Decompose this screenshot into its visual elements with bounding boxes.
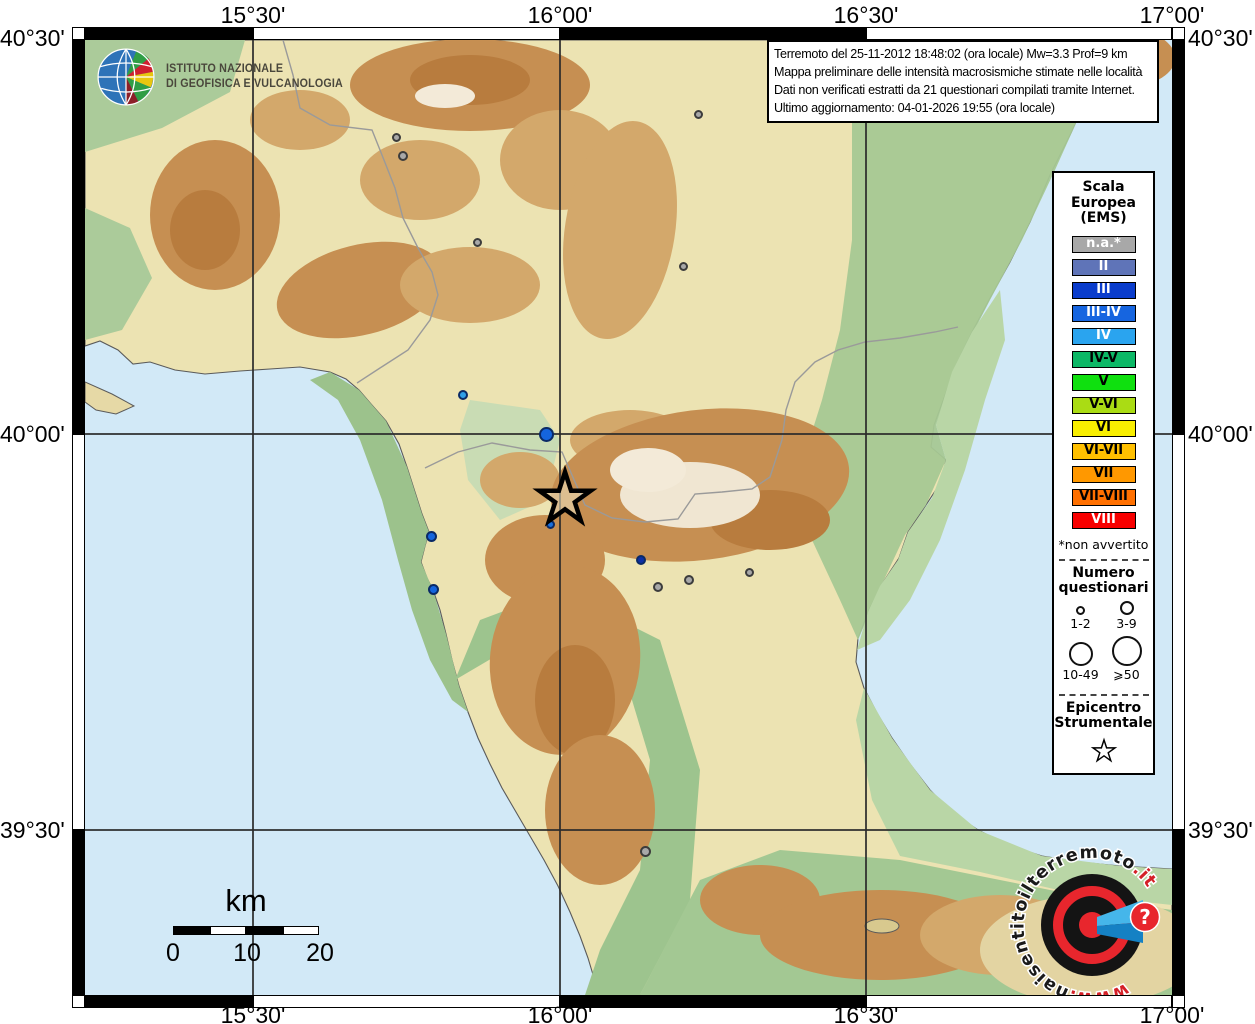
tick-label-right: 40°30' [1188,25,1253,51]
info-line-2: Mappa preliminare delle intensità macros… [774,65,1143,79]
ingv-line2: DI GEOFISICA E VULCANOLOGIA [166,78,343,90]
legend-footnote: *non avvertito [1058,536,1149,552]
map-viewport[interactable]: ISTITUTO NAZIONALE DI GEOFISICA E VULCAN… [85,40,1172,995]
questionnaire-size-label: ⩾50 [1113,666,1140,682]
epicenter-star[interactable] [530,463,600,533]
locality-dot[interactable] [693,109,703,119]
locality-dot[interactable] [472,237,482,247]
map-frame-left [72,27,85,1008]
ems-swatch-VII: VII [1071,465,1136,483]
locality-dot[interactable] [538,426,554,442]
legend-separator-2 [1058,693,1149,696]
info-line-3: Dati non verificati estratti da 21 quest… [774,83,1135,97]
locality-dot[interactable] [744,567,754,577]
tick-label-left: 40°30' [0,25,65,51]
ems-swatch-V: V [1071,373,1136,391]
tick-label-top: 16°30' [833,2,899,28]
locality-dot[interactable] [458,390,468,400]
tick-label-bottom: 15°30' [220,1002,286,1024]
ems-swatch-III-IV: III-IV [1071,304,1136,322]
tick-label-top: 15°30' [220,2,286,28]
ems-swatch-VI-VII: VI-VII [1071,442,1136,460]
ems-swatch-III: III [1071,281,1136,299]
tick-label-right: 39°30' [1188,817,1253,843]
map-frame-top [72,27,1185,40]
ems-swatch-II: II [1071,258,1136,276]
tick-label-top: 16°00' [527,2,593,28]
scale-tick-label: 10 [233,939,261,967]
question-mark: ? [1139,905,1151,929]
ems-swatch-VII-VIII: VII-VIII [1071,488,1136,506]
locality-dot[interactable] [653,582,663,592]
locality-dot[interactable] [427,583,439,595]
scale-bar-graphic [173,926,319,935]
tick-label-left: 40°00' [0,421,65,447]
info-line-1: Terremoto del 25-11-2012 18:48:02 (ora l… [774,47,1128,61]
questionnaire-circle [1076,605,1085,615]
questionnaire-circle [1111,635,1142,666]
earthquake-info-box: Terremoto del 25-11-2012 18:48:02 (ora l… [767,40,1159,123]
questionnaire-size-key: 1-2 3-9 10-49 ⩾50 [1059,600,1149,687]
tick-label-right: 40°00' [1188,421,1253,447]
scale-tick-label: 20 [306,939,334,967]
map-frame-right [1172,27,1185,1008]
ems-swatch-IV-V: IV-V [1071,350,1136,368]
ems-swatch-VIII: VIII [1071,511,1136,529]
ems-swatch-IV: IV [1071,327,1136,345]
tick-label-bottom: 17°00' [1139,1002,1205,1024]
epicenter-star-icon [1090,737,1117,763]
ingv-globe-icon [97,48,155,106]
legend-title: Scala Europea (EMS) [1070,179,1137,226]
questionnaire-size-label: 1-2 [1070,615,1091,631]
ingv-wordmark: ISTITUTO NAZIONALE DI GEOFISICA E VULCAN… [166,62,343,92]
tick-label-left: 39°30' [0,817,65,843]
questionnaire-size-label: 10-49 [1062,666,1099,682]
scale-unit-label: km [225,883,267,918]
locality-dot[interactable] [636,555,646,565]
locality-dot[interactable] [639,845,651,857]
questionnaires-title: Numero questionari [1058,564,1149,596]
scale-tick-label: 0 [166,939,180,967]
legend-panel: Scala Europea (EMS) n.a.* II III III-IV IV IV… [1052,171,1155,775]
locality-dot[interactable] [684,575,694,585]
ems-intensity-scale: n.a.* II III III-IV IV IV-V V V-VI VI VI-VII VII VI… [1071,235,1136,529]
tick-label-bottom: 16°00' [527,1002,593,1024]
info-line-4: Ultimo aggiornamento: 04-01-2026 19:55 (… [774,101,1055,115]
epicenter-title: Epicentro Strumentale [1054,699,1153,731]
ingv-logo[interactable]: ISTITUTO NAZIONALE DI GEOFISICA E VULCAN… [95,46,356,108]
ems-swatch-V-VI: V-VI [1071,396,1136,414]
macroseismic-map-page: ISTITUTO NAZIONALE DI GEOFISICA E VULCAN… [0,0,1255,1024]
tick-label-bottom: 16°30' [833,1002,899,1024]
locality-dot[interactable] [398,151,408,161]
locality-dot[interactable] [678,261,688,271]
locality-dot[interactable] [391,132,401,142]
haisentito-logo[interactable]: ? www.haisentitoilterremoto.it [1007,840,1172,995]
questionnaire-circle [1119,600,1134,615]
questionnaire-size-label: 3-9 [1116,615,1137,631]
ingv-line1: ISTITUTO NAZIONALE [166,63,284,75]
legend-separator [1058,558,1149,561]
ems-swatch-n.a.*: n.a.* [1071,235,1136,253]
locality-dot[interactable] [425,530,437,542]
ems-swatch-VI: VI [1071,419,1136,437]
questionnaire-circle [1068,641,1093,666]
